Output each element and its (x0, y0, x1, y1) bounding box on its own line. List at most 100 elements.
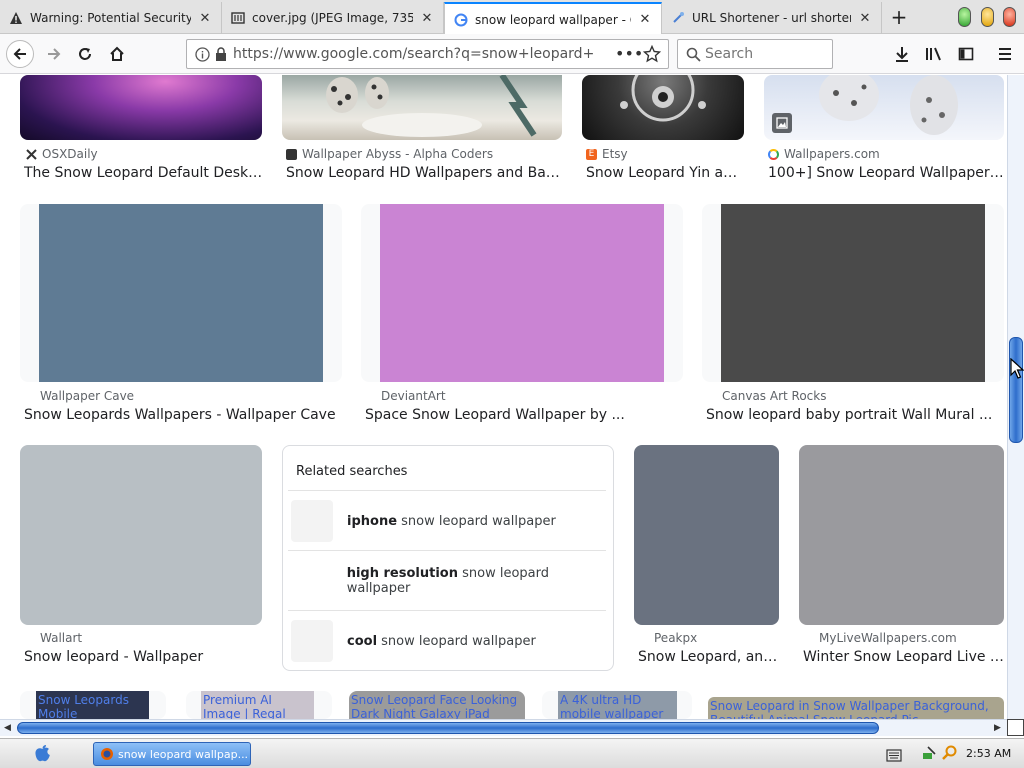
home-button[interactable] (103, 40, 131, 68)
result-image-osxdaily[interactable] (20, 75, 262, 140)
result-title[interactable]: Snow leopard baby portrait Wall Mural ..… (706, 407, 1004, 423)
related-search-item[interactable]: high resolution snow leopard wallpaper (283, 551, 615, 611)
tab-label: snow leopard wallpaper - Google Search (475, 12, 631, 27)
link-icon (670, 10, 686, 26)
tab-cover-jpg[interactable]: cover.jpg (JPEG Image, 735 × 1102 pixels… (222, 2, 444, 34)
result-source[interactable]: E Etsy (586, 147, 628, 161)
result-source[interactable]: Wallpaper Cave (40, 389, 134, 403)
result-title[interactable]: The Snow Leopard Default Desktop... (24, 165, 264, 181)
tab-google-search[interactable]: snow leopard wallpaper - Google Search ✕ (444, 2, 662, 35)
result-image-alt-text[interactable]: Premium AI Image | Regal snow leopard (201, 691, 314, 719)
result-title[interactable]: Snow Leopard HD Wallpapers and Backg... (286, 165, 562, 181)
close-icon[interactable]: ✕ (419, 10, 435, 26)
arrow-right-icon (48, 48, 61, 60)
sidebar-button[interactable] (952, 40, 980, 68)
result-image-mylivewallpapers[interactable] (799, 445, 1004, 625)
result-image-deviantart[interactable] (380, 204, 664, 382)
close-icon[interactable]: ✕ (857, 10, 873, 26)
result-title[interactable]: Space Snow Leopard Wallpaper by ... (365, 407, 683, 423)
tab-label: cover.jpg (JPEG Image, 735 × 1102 pixels… (252, 11, 413, 25)
result-source[interactable]: OSXDaily (26, 147, 98, 161)
result-image-etsy[interactable] (582, 75, 744, 140)
firefox-icon (100, 747, 114, 761)
image-file-icon (230, 10, 246, 26)
horizontal-scrollbar[interactable]: ◀ ▶ (0, 719, 1007, 736)
result-source[interactable]: Canvas Art Rocks (722, 389, 826, 403)
maximize-window-button[interactable] (958, 7, 971, 27)
related-search-item[interactable]: iphone snow leopard wallpaper (283, 491, 615, 551)
sidebar-icon (958, 47, 974, 61)
result-source[interactable]: Wallart (40, 631, 82, 645)
clock: 2:53 AM (966, 747, 1012, 760)
keyboard-icon[interactable] (886, 747, 902, 766)
url-text[interactable]: https://www.google.com/search?q=snow+leo… (233, 46, 593, 62)
osxdaily-favicon-icon (26, 148, 37, 160)
search-box[interactable] (677, 39, 833, 69)
result-source-label: DeviantArt (381, 389, 446, 403)
image-badge-icon (772, 113, 792, 133)
downloads-button[interactable] (888, 40, 916, 68)
result-image-alt-text[interactable]: Snow Leopard in Snow Wallpaper Backgroun… (708, 697, 1004, 719)
url-bar[interactable]: https://www.google.com/search?q=snow+leo… (186, 39, 669, 69)
info-icon[interactable] (195, 47, 210, 66)
result-image-wallart[interactable] (20, 445, 262, 625)
network-icon[interactable] (922, 745, 938, 765)
result-image-alt-text[interactable]: A 4K ultra HD mobile wallpaper (558, 691, 677, 719)
tab-security-warning[interactable]: Warning: Potential Security Risk Ahead ✕ (0, 2, 222, 34)
result-image-canvas-art-rocks[interactable] (721, 204, 985, 382)
related-thumbnail (291, 620, 333, 662)
apple-menu-icon[interactable] (34, 744, 51, 767)
bookmark-star-icon[interactable] (642, 44, 662, 67)
etsy-favicon-icon: E (586, 148, 597, 160)
result-image-wallpaper-abyss[interactable] (282, 75, 562, 140)
result-source[interactable]: MyLiveWallpapers.com (819, 631, 957, 645)
taskbar-window-button[interactable]: snow leopard wallpap... (93, 742, 251, 766)
result-title[interactable]: Snow Leopards Wallpapers - Wallpaper Cav… (24, 407, 342, 423)
scroll-right-arrow-icon[interactable]: ▶ (994, 723, 1001, 733)
result-image-alt-text[interactable]: Snow Leopard Face Looking Dark Night Gal… (349, 691, 525, 719)
search-tray-icon[interactable] (942, 745, 958, 765)
result-image-peakpx[interactable] (634, 445, 779, 625)
menu-button[interactable] (991, 40, 1019, 68)
related-search-item[interactable]: cool snow leopard wallpaper (283, 611, 615, 671)
vertical-scrollbar[interactable] (1007, 75, 1024, 719)
close-icon[interactable]: ✕ (197, 10, 213, 26)
hamburger-icon (999, 48, 1011, 60)
forward-button[interactable] (40, 40, 68, 68)
result-title[interactable]: 100+] Snow Leopard Wallpapers ... (768, 165, 1004, 181)
result-source[interactable]: DeviantArt (381, 389, 446, 403)
home-icon (110, 46, 124, 61)
vertical-scrollbar-thumb[interactable] (1009, 337, 1023, 443)
result-source-label: Wallart (40, 631, 83, 645)
tab-label: URL Shortener - url shortener (692, 11, 851, 25)
result-title[interactable]: Winter Snow Leopard Live W... (803, 649, 1004, 665)
google-icon (453, 12, 469, 28)
taskbar: snow leopard wallpap... 2:53 AM (0, 738, 1024, 768)
library-button[interactable] (920, 40, 948, 68)
result-source[interactable]: Peakpx (654, 631, 697, 645)
tab-bar: Warning: Potential Security Risk Ahead ✕… (0, 0, 1024, 35)
result-image-alt-text[interactable]: Snow Leopards Mobile (36, 691, 149, 719)
lock-icon[interactable] (215, 47, 227, 66)
search-input[interactable] (705, 46, 825, 62)
result-title[interactable]: Snow Leopard Yin and... (586, 165, 744, 181)
back-button[interactable] (6, 40, 34, 68)
tab-url-shortener[interactable]: URL Shortener - url shortener ✕ (662, 2, 882, 34)
result-title[interactable]: Snow leopard - Wallpaper (24, 649, 264, 665)
result-source[interactable]: Wallpapers.com (768, 147, 880, 161)
result-source[interactable]: Wallpaper Abyss - Alpha Coders (286, 147, 493, 161)
related-rest: snow leopard wallpaper (397, 513, 556, 529)
close-window-button[interactable] (1003, 7, 1016, 27)
page-actions-icon[interactable]: ••• (615, 44, 643, 63)
download-icon (896, 47, 908, 62)
scroll-left-arrow-icon[interactable]: ◀ (4, 723, 11, 733)
reload-button[interactable] (71, 40, 99, 68)
result-title[interactable]: Snow Leopard, ani... (638, 649, 779, 665)
new-tab-button[interactable]: + (888, 5, 910, 29)
result-image-wallpaper-cave[interactable] (39, 204, 323, 382)
result-source-label: OSXDaily (42, 147, 98, 161)
close-icon[interactable]: ✕ (637, 12, 653, 28)
result-image-wallpapers-com[interactable] (764, 75, 1004, 140)
minimize-window-button[interactable] (981, 7, 994, 27)
horizontal-scrollbar-thumb[interactable] (17, 722, 879, 734)
